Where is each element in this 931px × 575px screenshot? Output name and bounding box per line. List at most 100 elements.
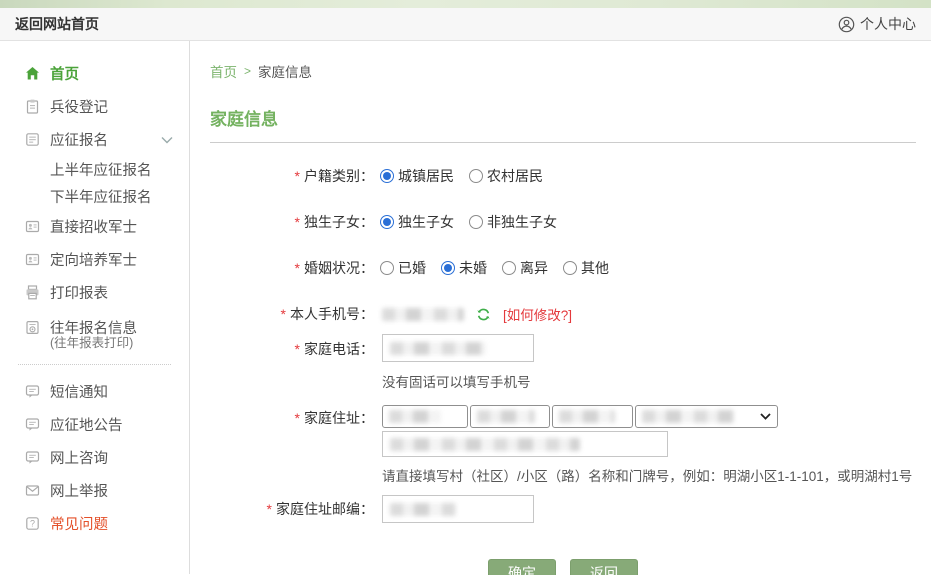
radio-urban-resident[interactable]: 城镇居民: [380, 166, 454, 186]
sidebar-item-label: 常见问题: [50, 513, 108, 534]
sidebar-subitem-first-half-signup[interactable]: 上半年应征报名: [0, 156, 189, 183]
radio-icon: [563, 261, 577, 275]
sidebar-item-label: 网上举报: [50, 480, 108, 501]
select-value-redacted: [477, 410, 535, 423]
chevron-down-icon[interactable]: [161, 136, 173, 144]
home-phone-hint: 没有固话可以填写手机号: [382, 371, 534, 391]
message-icon: [24, 383, 41, 400]
form-row-only-child: *独生子女： 独生子女 非独生子女: [210, 212, 916, 232]
radio-icon: [441, 261, 455, 275]
address-province-select[interactable]: [382, 405, 468, 428]
refresh-icon[interactable]: [476, 307, 491, 322]
postcode-input[interactable]: [382, 495, 534, 523]
message-icon: [24, 416, 41, 433]
field-label: *家庭住址：: [210, 405, 374, 428]
select-value-redacted: [389, 410, 441, 423]
confirm-button[interactable]: 确定: [488, 559, 556, 575]
sidebar-item-direct-recruit-nco[interactable]: 直接招收军士: [0, 210, 189, 243]
radio-rural-resident[interactable]: 农村居民: [469, 166, 543, 186]
home-phone-value-redacted: [390, 342, 486, 355]
topbar: 返回网站首页 个人中心: [0, 8, 931, 41]
user-center-label: 个人中心: [860, 14, 916, 34]
postcode-value-redacted: [390, 503, 456, 516]
home-icon: [24, 65, 41, 82]
address-detail-value-redacted: [390, 438, 580, 451]
sidebar-item-enlist-area-announcement[interactable]: 应征地公告: [0, 408, 189, 441]
field-label: *独生子女：: [210, 212, 374, 232]
sidebar-subitem-second-half-signup[interactable]: 下半年应征报名: [0, 183, 189, 210]
required-mark: *: [295, 214, 300, 230]
title-divider: [210, 142, 916, 143]
sidebar-item-label: 首页: [50, 63, 79, 84]
id-card-icon: [24, 218, 41, 235]
sidebar-item-print-report[interactable]: 打印报表: [0, 276, 189, 309]
svg-text:?: ?: [30, 519, 35, 529]
field-label: *家庭住址邮编：: [210, 499, 374, 519]
sidebar-item-online-consult[interactable]: 网上咨询: [0, 441, 189, 474]
sidebar-item-targeted-training-nco[interactable]: 定向培养军士: [0, 243, 189, 276]
address-detail-input[interactable]: [382, 431, 668, 457]
sidebar-item-online-report[interactable]: 网上举报: [0, 474, 189, 507]
required-mark: *: [295, 168, 300, 184]
radio-icon: [469, 215, 483, 229]
field-label: *本人手机号：: [210, 304, 374, 324]
breadcrumb-current: 家庭信息: [258, 61, 312, 81]
radio-unmarried[interactable]: 未婚: [441, 258, 487, 278]
address-hint: 请直接填写村（社区）/小区（路）名称和门牌号，例如：明湖小区1-1-101，或明…: [382, 465, 912, 485]
address-district-select[interactable]: [552, 405, 633, 428]
radio-married[interactable]: 已婚: [380, 258, 426, 278]
user-center-link[interactable]: 个人中心: [838, 14, 916, 34]
form-actions: 确定 返回: [210, 559, 916, 575]
history-doc-icon: [24, 319, 41, 336]
select-chevron-icon: [760, 413, 771, 420]
sidebar-item-service-registration[interactable]: 兵役登记: [0, 90, 189, 123]
required-mark: *: [295, 260, 300, 276]
form-row-marital: *婚姻状况： 已婚 未婚 离异 其他: [210, 258, 916, 278]
radio-icon: [380, 169, 394, 183]
address-street-select[interactable]: [635, 405, 778, 428]
radio-not-only-child[interactable]: 非独生子女: [469, 212, 557, 232]
radio-icon: [380, 261, 394, 275]
sidebar-item-enlist-signup[interactable]: 应征报名: [0, 123, 189, 156]
radio-only-child[interactable]: 独生子女: [380, 212, 454, 232]
sidebar-item-faq[interactable]: ? 常见问题: [0, 507, 189, 540]
page-title: 家庭信息: [210, 105, 916, 130]
message-icon: [24, 449, 41, 466]
select-value-redacted: [642, 410, 734, 423]
form-row-home-phone: *家庭电话： 没有固话可以填写手机号: [210, 334, 916, 391]
sidebar-item-label: 定向培养军士: [50, 249, 137, 270]
form-row-hukou: *户籍类别： 城镇居民 农村居民: [210, 166, 916, 186]
radio-other[interactable]: 其他: [563, 258, 609, 278]
back-button[interactable]: 返回: [570, 559, 638, 575]
form-row-mobile-phone: *本人手机号： [如何修改?]: [210, 304, 916, 324]
sidebar-item-label: 直接招收军士: [50, 216, 137, 237]
home-phone-input[interactable]: [382, 334, 534, 362]
sidebar: 首页 兵役登记 应征报名 上半年应征报名 下半年应征报名 直接招收军士: [0, 41, 190, 574]
sidebar-item-label: 应征地公告: [50, 414, 123, 435]
select-value-redacted: [559, 410, 615, 423]
breadcrumb-home-link[interactable]: 首页: [210, 61, 237, 81]
form-icon: [24, 131, 41, 148]
radio-icon: [502, 261, 516, 275]
how-to-modify-link[interactable]: [如何修改?]: [503, 304, 572, 324]
radio-divorced[interactable]: 离异: [502, 258, 548, 278]
sidebar-item-label: 打印报表: [50, 282, 108, 303]
form-row-postcode: *家庭住址邮编：: [210, 495, 916, 523]
sidebar-item-label: 网上咨询: [50, 447, 108, 468]
question-icon: ?: [24, 515, 41, 532]
mobile-phone-value-redacted: [382, 308, 464, 321]
sidebar-item-sms-notice[interactable]: 短信通知: [0, 375, 189, 408]
radio-icon: [380, 215, 394, 229]
user-icon: [838, 16, 855, 33]
address-city-select[interactable]: [470, 405, 550, 428]
banner-strip: [0, 0, 931, 8]
return-home-link[interactable]: 返回网站首页: [15, 14, 99, 34]
field-label: *婚姻状况：: [210, 258, 374, 278]
field-label: *家庭电话：: [210, 334, 374, 359]
radio-icon: [469, 169, 483, 183]
sidebar-item-home[interactable]: 首页: [0, 57, 189, 90]
required-mark: *: [267, 501, 272, 517]
sidebar-item-label: 应征报名: [50, 129, 108, 150]
required-mark: *: [295, 341, 300, 357]
breadcrumb: 首页 > 家庭信息: [210, 61, 916, 81]
